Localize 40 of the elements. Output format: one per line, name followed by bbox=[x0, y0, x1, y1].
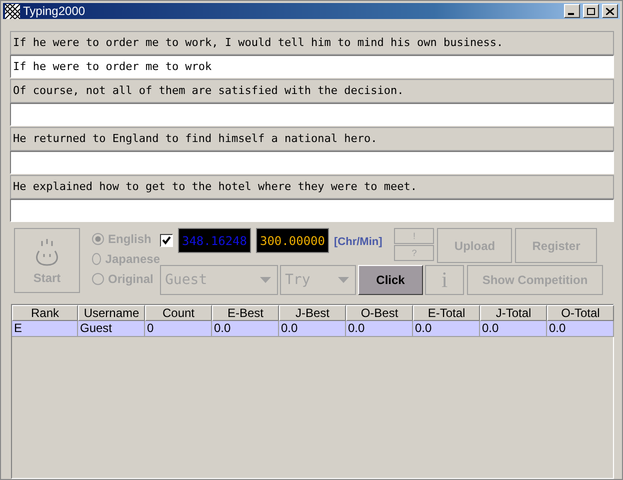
target-speed-display: 300.00000 bbox=[256, 228, 329, 253]
typing-field[interactable] bbox=[10, 151, 614, 174]
dropdown-arrow-icon bbox=[338, 277, 349, 283]
column-header[interactable]: O-Total bbox=[547, 305, 614, 321]
table-cell: 0.0 bbox=[346, 321, 413, 337]
table-cell: 0.0 bbox=[212, 321, 279, 337]
table-cell: 0.0 bbox=[480, 321, 547, 337]
app-icon bbox=[5, 4, 20, 18]
sentence-prompt: He explained how to get to the hotel where they were to meet. bbox=[10, 175, 614, 199]
table-cell: 0 bbox=[145, 321, 212, 337]
typing-field[interactable] bbox=[10, 199, 614, 222]
column-header[interactable]: Rank bbox=[12, 305, 78, 321]
close-button[interactable] bbox=[602, 4, 618, 18]
sentence-prompt: He returned to England to find himself a national hero. bbox=[10, 127, 614, 151]
table-cell: 0.0 bbox=[413, 321, 480, 337]
maximize-icon bbox=[587, 8, 595, 14]
sentence-prompt: Of course, not all of them are satisfied with the decision. bbox=[10, 79, 614, 103]
typing-field[interactable]: If he were to order me to wrok bbox=[10, 55, 614, 78]
column-header[interactable]: E-Best bbox=[212, 305, 279, 321]
maximize-button[interactable] bbox=[583, 4, 599, 18]
sentence-prompt: If he were to order me to work, I would tell him to mind his own business. bbox=[10, 31, 614, 55]
column-header[interactable]: E-Total bbox=[413, 305, 480, 321]
dropdown-arrow-icon bbox=[260, 277, 271, 283]
column-header[interactable]: Count bbox=[145, 305, 212, 321]
checkbox[interactable] bbox=[160, 234, 173, 247]
column-header[interactable]: O-Best bbox=[346, 305, 413, 321]
table-cell: E bbox=[12, 321, 78, 337]
table-cell: 0.0 bbox=[279, 321, 346, 337]
speed-unit: [Chr/Min] bbox=[334, 236, 382, 248]
window-title: Typing2000 bbox=[23, 4, 86, 18]
minimize-button[interactable] bbox=[564, 4, 580, 18]
column-header[interactable]: J-Total bbox=[480, 305, 547, 321]
column-header[interactable]: J-Best bbox=[279, 305, 346, 321]
click-button[interactable]: Click bbox=[358, 265, 423, 295]
typing-field[interactable] bbox=[10, 103, 614, 126]
table-cell: Guest bbox=[78, 321, 145, 337]
column-header[interactable]: Username bbox=[78, 305, 145, 321]
current-speed-display: 348.16248 bbox=[178, 228, 251, 253]
close-icon bbox=[606, 8, 614, 14]
table-cell: 0.0 bbox=[547, 321, 614, 337]
